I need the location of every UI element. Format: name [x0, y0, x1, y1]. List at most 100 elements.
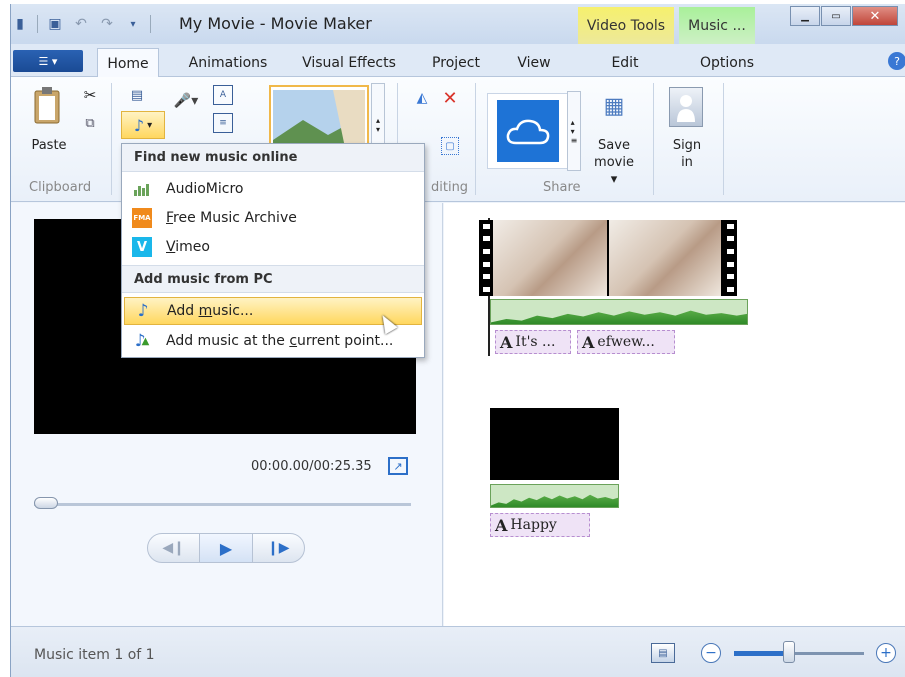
menu-item-vimeo[interactable]: V Vimeo	[124, 233, 422, 261]
chevron-down-icon: ▾	[147, 119, 153, 131]
quick-access-toolbar: ▮ ▣ ↶ ↷ ▾	[11, 12, 159, 36]
tab-project[interactable]: Project	[421, 48, 491, 78]
play-button[interactable]: ▶	[199, 534, 253, 562]
vimeo-icon: V	[132, 237, 152, 257]
music-track-2[interactable]	[490, 484, 619, 508]
timecode: 00:00.00/00:25.35	[251, 459, 372, 474]
redo-icon[interactable]: ↷	[98, 15, 116, 33]
save-movie-button[interactable]: Save movie ▾	[589, 137, 639, 188]
menu-item-add-music-at-current-point[interactable]: ♪ ▲ Add music at the current point...	[124, 327, 422, 355]
status-text: Music item 1 of 1	[34, 647, 155, 663]
add-music-dropdown-menu: Find new music online AudioMicro FMA Fre…	[121, 143, 425, 358]
seek-slider-thumb[interactable]	[34, 497, 58, 509]
title-bar: ▮ ▣ ↶ ↷ ▾ My Movie - Movie Maker Video T…	[11, 4, 905, 44]
caption-text: Happy	[510, 517, 557, 533]
save-movie-label: Save	[598, 138, 630, 153]
record-narration-icon[interactable]: 🎤▾	[171, 91, 201, 111]
zoom-out-icon[interactable]: −	[701, 643, 721, 663]
title-icon[interactable]: A	[213, 85, 233, 105]
sign-in-label: Sign	[672, 138, 702, 153]
menu-item-label: Add music at the current point...	[166, 333, 394, 349]
qat-separator	[150, 15, 151, 33]
tab-music-tools[interactable]: Music ...	[679, 7, 755, 44]
save-movie-icon[interactable]: ▦	[601, 89, 627, 123]
previous-frame-button[interactable]: ◀❙	[148, 534, 199, 562]
bars-icon	[132, 179, 152, 199]
tab-options[interactable]: Options	[687, 48, 767, 78]
customize-qat-icon[interactable]: ▾	[124, 15, 142, 33]
share-group-label: Share	[543, 180, 581, 195]
tab-visual-effects[interactable]: Visual Effects	[293, 48, 405, 78]
minimize-button[interactable]: ▁	[790, 6, 820, 26]
select-all-icon[interactable]: ▢	[441, 137, 459, 155]
fma-icon: FMA	[132, 208, 152, 228]
menu-item-label: Vimeo	[166, 239, 210, 255]
fullscreen-icon[interactable]: ↗	[388, 457, 408, 475]
menu-item-free-music-archive[interactable]: FMA Free Music Archive	[124, 204, 422, 232]
caption-glyph: A	[500, 332, 513, 352]
tab-view[interactable]: View	[507, 48, 561, 78]
help-icon[interactable]: ?	[888, 52, 905, 70]
menu-header-online: Find new music online	[122, 144, 424, 172]
add-videos-icon[interactable]: ▤	[127, 85, 147, 105]
clipboard-group-label: Clipboard	[29, 180, 92, 195]
caption-glyph: A	[582, 332, 595, 352]
zoom-in-icon[interactable]: +	[876, 643, 896, 663]
video-clip-2[interactable]	[490, 408, 619, 480]
group-separator	[653, 83, 654, 195]
delete-icon[interactable]: ✕	[441, 88, 459, 109]
play-icon: ▶	[219, 538, 233, 558]
share-gallery-scroll[interactable]: ▴ ▾ ≡	[567, 91, 581, 171]
caption-item[interactable]: A It's ...	[495, 330, 571, 354]
paste-button[interactable]	[31, 85, 63, 125]
playback-controls: ◀❙ ▶ ❙▶	[147, 533, 305, 563]
menu-item-audiomicro[interactable]: AudioMicro	[124, 175, 422, 203]
zoom-slider-thumb[interactable]	[783, 641, 795, 663]
tab-video-tools[interactable]: Video Tools	[578, 7, 674, 44]
close-button[interactable]: ✕	[852, 6, 898, 26]
copy-icon[interactable]: ⧉	[81, 113, 99, 133]
menu-header-pc: Add music from PC	[122, 265, 424, 293]
tab-edit[interactable]: Edit	[593, 48, 657, 78]
user-avatar-icon[interactable]	[669, 87, 703, 127]
zoom-slider-fill	[734, 651, 790, 656]
tab-home[interactable]: Home	[97, 48, 159, 78]
tab-animations[interactable]: Animations	[176, 48, 280, 78]
video-clip-1[interactable]	[479, 220, 737, 296]
caption-text: efwew...	[597, 334, 655, 350]
group-separator	[475, 83, 476, 195]
maximize-button[interactable]: ▭	[821, 6, 851, 26]
add-music-button[interactable]: ♪ ▾	[121, 111, 165, 139]
cut-icon[interactable]: ✂	[81, 85, 99, 105]
caption-item[interactable]: Aefwew...	[577, 330, 675, 354]
share-gallery[interactable]	[487, 93, 569, 169]
save-icon[interactable]: ▣	[46, 15, 64, 33]
music-add-icon: ♪ ▲	[134, 331, 150, 351]
music-note-icon: ♪	[137, 301, 149, 321]
group-separator	[111, 83, 112, 195]
movie-maker-app-icon[interactable]: ▮	[11, 15, 29, 33]
caption-text: It's ...	[515, 334, 556, 350]
next-frame-button[interactable]: ❙▶	[253, 534, 304, 562]
storyboard-view-icon[interactable]: ▤	[651, 643, 675, 663]
undo-icon[interactable]: ↶	[72, 15, 90, 33]
sign-in-button[interactable]: Sign in	[665, 137, 709, 171]
file-menu-button[interactable]: ☰ ▾	[13, 50, 83, 72]
seek-track[interactable]	[34, 503, 411, 506]
qat-separator	[37, 15, 38, 33]
clipboard-icon	[34, 87, 60, 124]
rotate-left-icon[interactable]: ◭	[413, 89, 431, 107]
editing-group-label: diting	[431, 180, 469, 195]
menu-item-label: Add music...	[167, 303, 254, 319]
caption-icon[interactable]: ≡	[213, 113, 233, 133]
previous-frame-icon: ◀❙	[162, 540, 185, 556]
next-frame-icon: ❙▶	[267, 540, 290, 556]
music-track-1[interactable]	[490, 299, 748, 325]
ribbon-tab-row: ☰ ▾ Home Animations Visual Effects Proje…	[11, 44, 905, 78]
status-bar: Music item 1 of 1 ▤ − +	[11, 626, 905, 677]
onedrive-icon[interactable]	[497, 100, 559, 162]
music-note-icon: ♪	[133, 115, 145, 135]
caption-item[interactable]: A Happy	[490, 513, 590, 537]
group-separator	[723, 83, 724, 195]
film-sprocket-right	[723, 220, 737, 296]
